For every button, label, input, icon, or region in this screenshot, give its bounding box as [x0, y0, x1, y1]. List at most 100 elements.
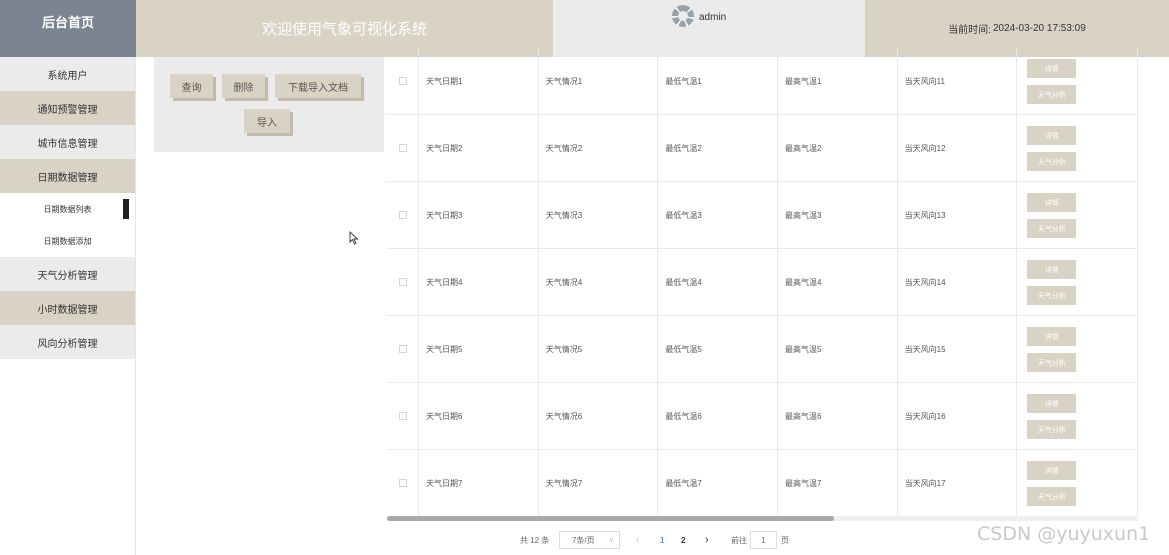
- wind-direction-cell: 当天风向11: [898, 48, 1018, 114]
- weather-condition-cell: 天气情况4: [539, 249, 659, 315]
- detail-button[interactable]: 详情: [1027, 193, 1077, 212]
- page-1-button[interactable]: 1: [660, 531, 664, 549]
- row-checkbox[interactable]: [398, 278, 407, 286]
- scrollbar-thumb[interactable]: [387, 516, 834, 521]
- weather-date-cell: 天气日期5: [419, 316, 539, 382]
- wind-direction-cell: 当天风向15: [898, 316, 1018, 382]
- detail-button[interactable]: 详情: [1027, 461, 1077, 480]
- row-checkbox[interactable]: [398, 211, 407, 219]
- detail-button[interactable]: 详情: [1027, 59, 1077, 78]
- max-temp-cell: 最高气温6: [778, 383, 898, 449]
- sidebar-item-hourly-data[interactable]: 小时数据管理: [0, 291, 135, 325]
- row-checkbox[interactable]: [398, 412, 407, 420]
- weather-condition-cell: 天气情况7: [539, 450, 659, 516]
- weather-condition-cell: 天气情况1: [539, 48, 659, 114]
- sidebar-item-notice-warning[interactable]: 通知预警管理: [0, 91, 135, 125]
- row-checkbox[interactable]: [398, 345, 407, 353]
- wind-direction-cell: 当天风向13: [898, 182, 1018, 248]
- row-select-cell: [387, 48, 420, 114]
- action-toolbar: 查询 删除 下载导入文档 导入: [154, 57, 384, 152]
- table-row: 天气日期2 天气情况2 最低气温2 最高气温2 当天风向12 详情 天气分析: [387, 115, 1138, 182]
- weather-analysis-button[interactable]: 天气分析: [1027, 420, 1077, 439]
- page-size-value: 7条/页: [572, 535, 595, 545]
- prev-page-button[interactable]: ‹: [636, 531, 640, 549]
- weather-analysis-button[interactable]: 天气分析: [1027, 286, 1077, 305]
- time-label: 当前时间:: [948, 25, 991, 36]
- delete-button[interactable]: 删除: [222, 74, 265, 98]
- row-checkbox[interactable]: [398, 77, 407, 85]
- next-page-button[interactable]: ›: [705, 531, 709, 549]
- weather-condition-cell: 天气情况6: [539, 383, 659, 449]
- sidebar-item-label: 风向分析管理: [37, 338, 98, 350]
- min-temp-cell: 最低气温5: [658, 316, 778, 382]
- max-temp-cell: 最高气温2: [778, 115, 898, 181]
- row-actions-cell: 详情 天气分析: [1017, 316, 1138, 382]
- sidebar-item-label: 系统用户: [47, 70, 88, 82]
- weather-condition-cell: 天气情况3: [539, 182, 659, 248]
- mouse-cursor-icon: [349, 231, 359, 245]
- row-select-cell: [387, 316, 420, 382]
- weather-date-cell: 天气日期6: [419, 383, 539, 449]
- detail-button[interactable]: 详情: [1027, 260, 1077, 279]
- sidebar-item-city-info[interactable]: 城市信息管理: [0, 125, 135, 159]
- home-link[interactable]: 后台首页: [0, 0, 136, 57]
- weather-analysis-button[interactable]: 天气分析: [1027, 219, 1077, 238]
- weather-condition-cell: 天气情况5: [539, 316, 659, 382]
- weather-analysis-button[interactable]: 天气分析: [1027, 152, 1077, 171]
- page-size-select[interactable]: 7条/页 ∨: [559, 531, 620, 549]
- sidebar-item-weather-analysis[interactable]: 天气分析管理: [0, 257, 135, 291]
- import-button[interactable]: 导入: [244, 109, 290, 133]
- table-row: 天气日期3 天气情况3 最低气温3 最高气温3 当天风向13 详情 天气分析: [387, 182, 1138, 249]
- sidebar-item-label: 天气分析管理: [37, 270, 98, 282]
- query-button[interactable]: 查询: [170, 74, 213, 98]
- detail-button[interactable]: 详情: [1027, 327, 1077, 346]
- row-select-cell: [387, 383, 420, 449]
- app-root: 后台首页 欢迎使用气象可视化系统 admin 当前时间: 2024-03-20 …: [0, 0, 1169, 555]
- sidebar-item-date-data[interactable]: 日期数据管理: [0, 159, 135, 193]
- max-temp-cell: 最高气温5: [778, 316, 898, 382]
- welcome-text: 欢迎使用气象可视化系统: [261, 21, 427, 38]
- sidebar-item-system-users[interactable]: 系统用户: [0, 57, 135, 91]
- pagination-total: 共 12 条: [520, 535, 550, 545]
- download-template-button[interactable]: 下载导入文档: [275, 74, 361, 98]
- detail-button[interactable]: 详情: [1027, 126, 1077, 145]
- avatar-icon[interactable]: [672, 5, 694, 27]
- min-temp-cell: 最低气温2: [658, 115, 778, 181]
- row-select-cell: [387, 115, 420, 181]
- weather-analysis-button[interactable]: 天气分析: [1027, 487, 1077, 506]
- weather-date-cell: 天气日期4: [419, 249, 539, 315]
- sidebar-item-wind-analysis[interactable]: 风向分析管理: [0, 325, 135, 359]
- table-row: 天气日期1 天气情况1 最低气温1 最高气温1 当天风向11 详情 天气分析: [387, 48, 1138, 115]
- goto-page-input[interactable]: 1: [750, 531, 777, 549]
- table-row: 天气日期7 天气情况7 最低气温7 最高气温7 当天风向17 详情 天气分析: [387, 450, 1138, 516]
- sidebar-subitem-date-list[interactable]: 日期数据列表: [0, 193, 135, 225]
- row-checkbox[interactable]: [398, 144, 407, 152]
- row-select-cell: [387, 249, 420, 315]
- active-indicator: [123, 199, 129, 219]
- weather-date-cell: 天气日期3: [419, 182, 539, 248]
- detail-button[interactable]: 详情: [1027, 394, 1077, 413]
- sidebar-item-label: 城市信息管理: [37, 138, 98, 150]
- weather-analysis-button[interactable]: 天气分析: [1027, 85, 1077, 104]
- row-select-cell: [387, 182, 420, 248]
- sidebar-subitem-date-add[interactable]: 日期数据添加: [0, 225, 135, 257]
- min-temp-cell: 最低气温3: [658, 182, 778, 248]
- weather-date-cell: 天气日期1: [419, 48, 539, 114]
- goto-label: 前往: [731, 535, 747, 545]
- horizontal-scrollbar[interactable]: [387, 516, 1138, 521]
- weather-analysis-button[interactable]: 天气分析: [1027, 353, 1077, 372]
- sidebar-subitem-label: 日期数据添加: [43, 236, 92, 246]
- row-checkbox[interactable]: [398, 479, 407, 487]
- sidebar-item-label: 日期数据管理: [37, 172, 98, 184]
- page-2-button[interactable]: 2: [681, 531, 685, 549]
- sidebar: 系统用户 通知预警管理 城市信息管理 日期数据管理 日期数据列表 日期数据添加 …: [0, 57, 136, 555]
- username[interactable]: admin: [699, 12, 726, 23]
- row-actions-cell: 详情 天气分析: [1017, 249, 1138, 315]
- wind-direction-cell: 当天风向16: [898, 383, 1018, 449]
- table-row: 天气日期6 天气情况6 最低气温6 最高气温6 当天风向16 详情 天气分析: [387, 383, 1138, 450]
- watermark: CSDN @yuyuxun1: [977, 523, 1151, 545]
- brand-label: 后台首页: [41, 15, 94, 30]
- page-suffix-label: 页: [781, 535, 789, 545]
- sidebar-item-label: 小时数据管理: [37, 304, 98, 316]
- wind-direction-cell: 当天风向17: [898, 450, 1018, 516]
